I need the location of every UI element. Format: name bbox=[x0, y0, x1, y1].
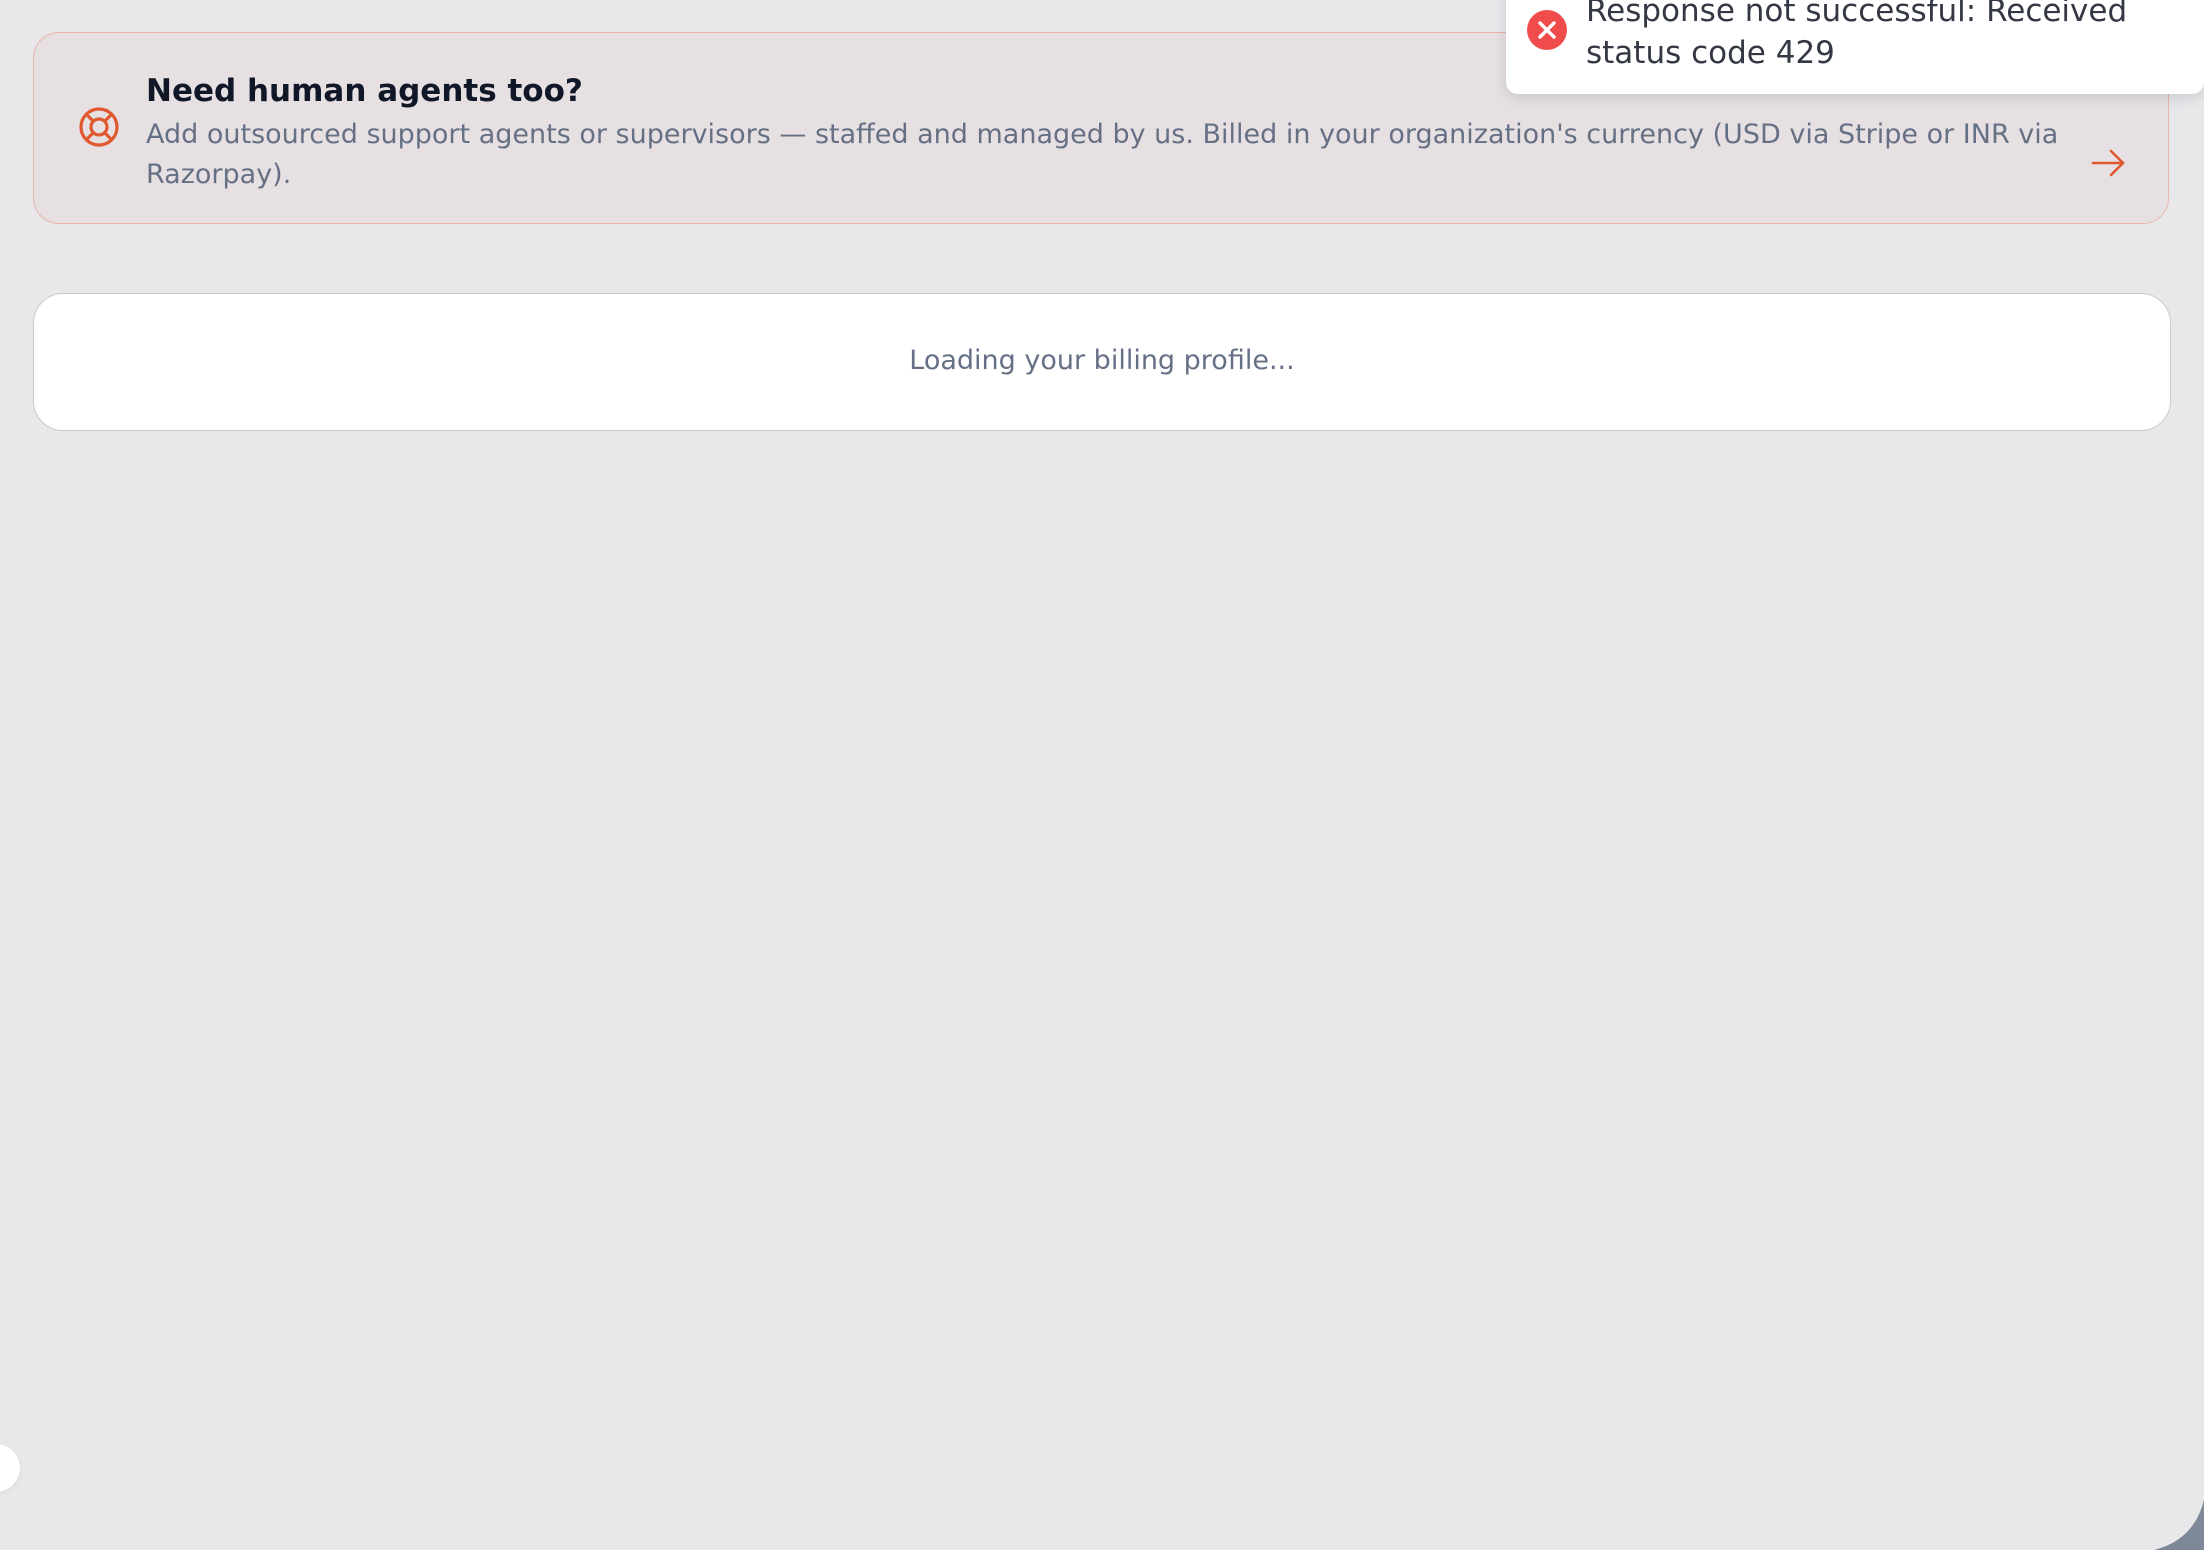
corner-shape bbox=[2154, 1500, 2204, 1550]
billing-profile-card: Loading your billing profile... bbox=[33, 293, 2171, 431]
toast-message: Response not successful: Received status… bbox=[1586, 0, 2128, 71]
loading-message: Loading your billing profile... bbox=[909, 345, 1295, 376]
banner-title: Need human agents too? bbox=[146, 73, 583, 109]
lifebuoy-icon bbox=[77, 105, 121, 149]
side-handle[interactable] bbox=[0, 1444, 20, 1492]
billing-page: Need human agents too? Add outsourced su… bbox=[0, 0, 2204, 1550]
error-circle-icon bbox=[1526, 9, 1568, 51]
arrow-right-icon[interactable] bbox=[2089, 143, 2129, 183]
error-toast[interactable]: Response not successful: Received status… bbox=[1506, 0, 2204, 94]
banner-description: Add outsourced support agents or supervi… bbox=[146, 119, 2059, 190]
